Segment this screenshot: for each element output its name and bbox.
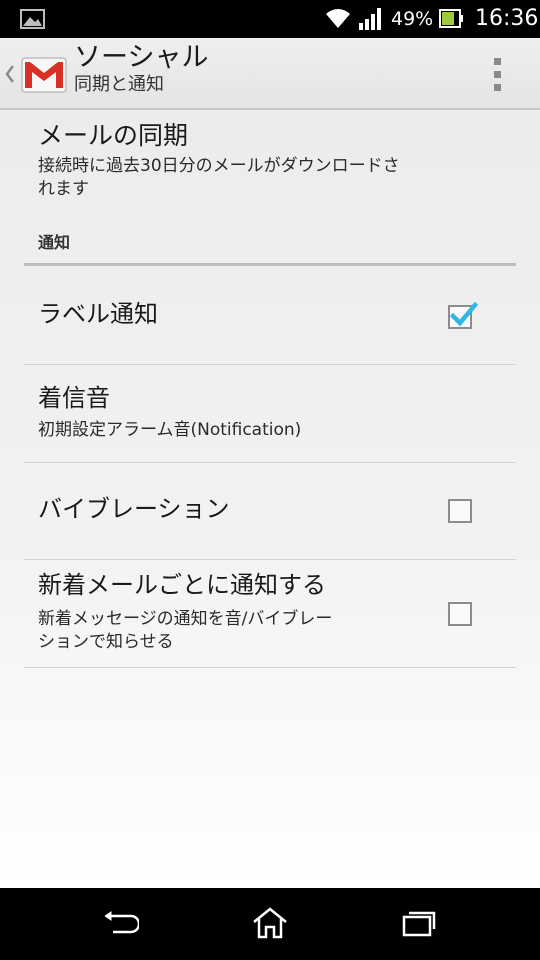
- divider: [24, 667, 516, 668]
- clock: 16:36: [475, 6, 539, 31]
- vibration-title: バイブレーション: [38, 495, 230, 523]
- mail-sync-setting[interactable]: メールの同期 接続時に過去30日分のメールがダウンロードさ れます: [38, 120, 508, 201]
- vibration-checkbox[interactable]: [448, 499, 472, 523]
- notify-each-mail-summary-line2: ションで知らせる: [38, 632, 174, 652]
- overflow-dot-icon: [494, 71, 501, 78]
- notify-each-mail-title: 新着メールごとに通知する: [38, 571, 326, 599]
- ringtone-title: 着信音: [38, 384, 110, 412]
- divider: [24, 462, 516, 463]
- battery-charging-icon: [439, 9, 463, 28]
- notify-each-mail-summary-line1: 新着メッセージの通知を音/バイブレー: [38, 609, 333, 629]
- overflow-dot-icon: [494, 58, 501, 65]
- notify-each-mail-setting[interactable]: 新着メールごとに通知する 新着メッセージの通知を音/バイブレー ションで知らせる: [38, 569, 428, 654]
- mail-sync-summary-line1: 接続時に過去30日分のメールがダウンロードさ: [38, 156, 400, 176]
- label-notification-checkbox[interactable]: [448, 301, 478, 329]
- ringtone-summary: 初期設定アラーム音(Notification): [38, 420, 302, 440]
- mail-sync-title: メールの同期: [38, 121, 189, 150]
- status-bar: 49% 16:36: [0, 0, 540, 38]
- action-bar: ソーシャル 同期と通知: [0, 38, 540, 110]
- home-icon[interactable]: [252, 907, 288, 939]
- wifi-icon: [326, 9, 350, 28]
- recent-apps-icon[interactable]: [402, 907, 438, 937]
- overflow-menu-button[interactable]: [486, 56, 510, 94]
- up-chevron-icon[interactable]: [5, 64, 15, 84]
- vibration-setting[interactable]: バイブレーション: [38, 493, 428, 525]
- battery-percent: 49%: [391, 8, 434, 30]
- page-subtitle: 同期と通知: [74, 74, 164, 95]
- category-divider: [24, 263, 516, 266]
- settings-list: メールの同期 接続時に過去30日分のメールがダウンロードさ れます 通知 ラベル…: [0, 110, 540, 888]
- checkmark-icon: [449, 301, 478, 327]
- image-notification-icon: [20, 9, 45, 29]
- gmail-icon[interactable]: [20, 50, 68, 98]
- label-notification-setting[interactable]: ラベル通知: [38, 298, 428, 330]
- overflow-dot-icon: [494, 84, 501, 91]
- signal-icon: [359, 8, 381, 30]
- page-title: ソーシャル: [74, 42, 209, 73]
- notification-category-header: 通知: [38, 233, 71, 252]
- mail-sync-summary-line2: れます: [38, 179, 89, 199]
- divider: [24, 364, 516, 365]
- label-notification-title: ラベル通知: [38, 300, 158, 328]
- notify-each-mail-checkbox[interactable]: [448, 602, 472, 626]
- navigation-bar: [0, 888, 540, 960]
- divider: [24, 559, 516, 560]
- back-icon[interactable]: [101, 911, 139, 937]
- ringtone-setting[interactable]: 着信音 初期設定アラーム音(Notification): [38, 382, 508, 442]
